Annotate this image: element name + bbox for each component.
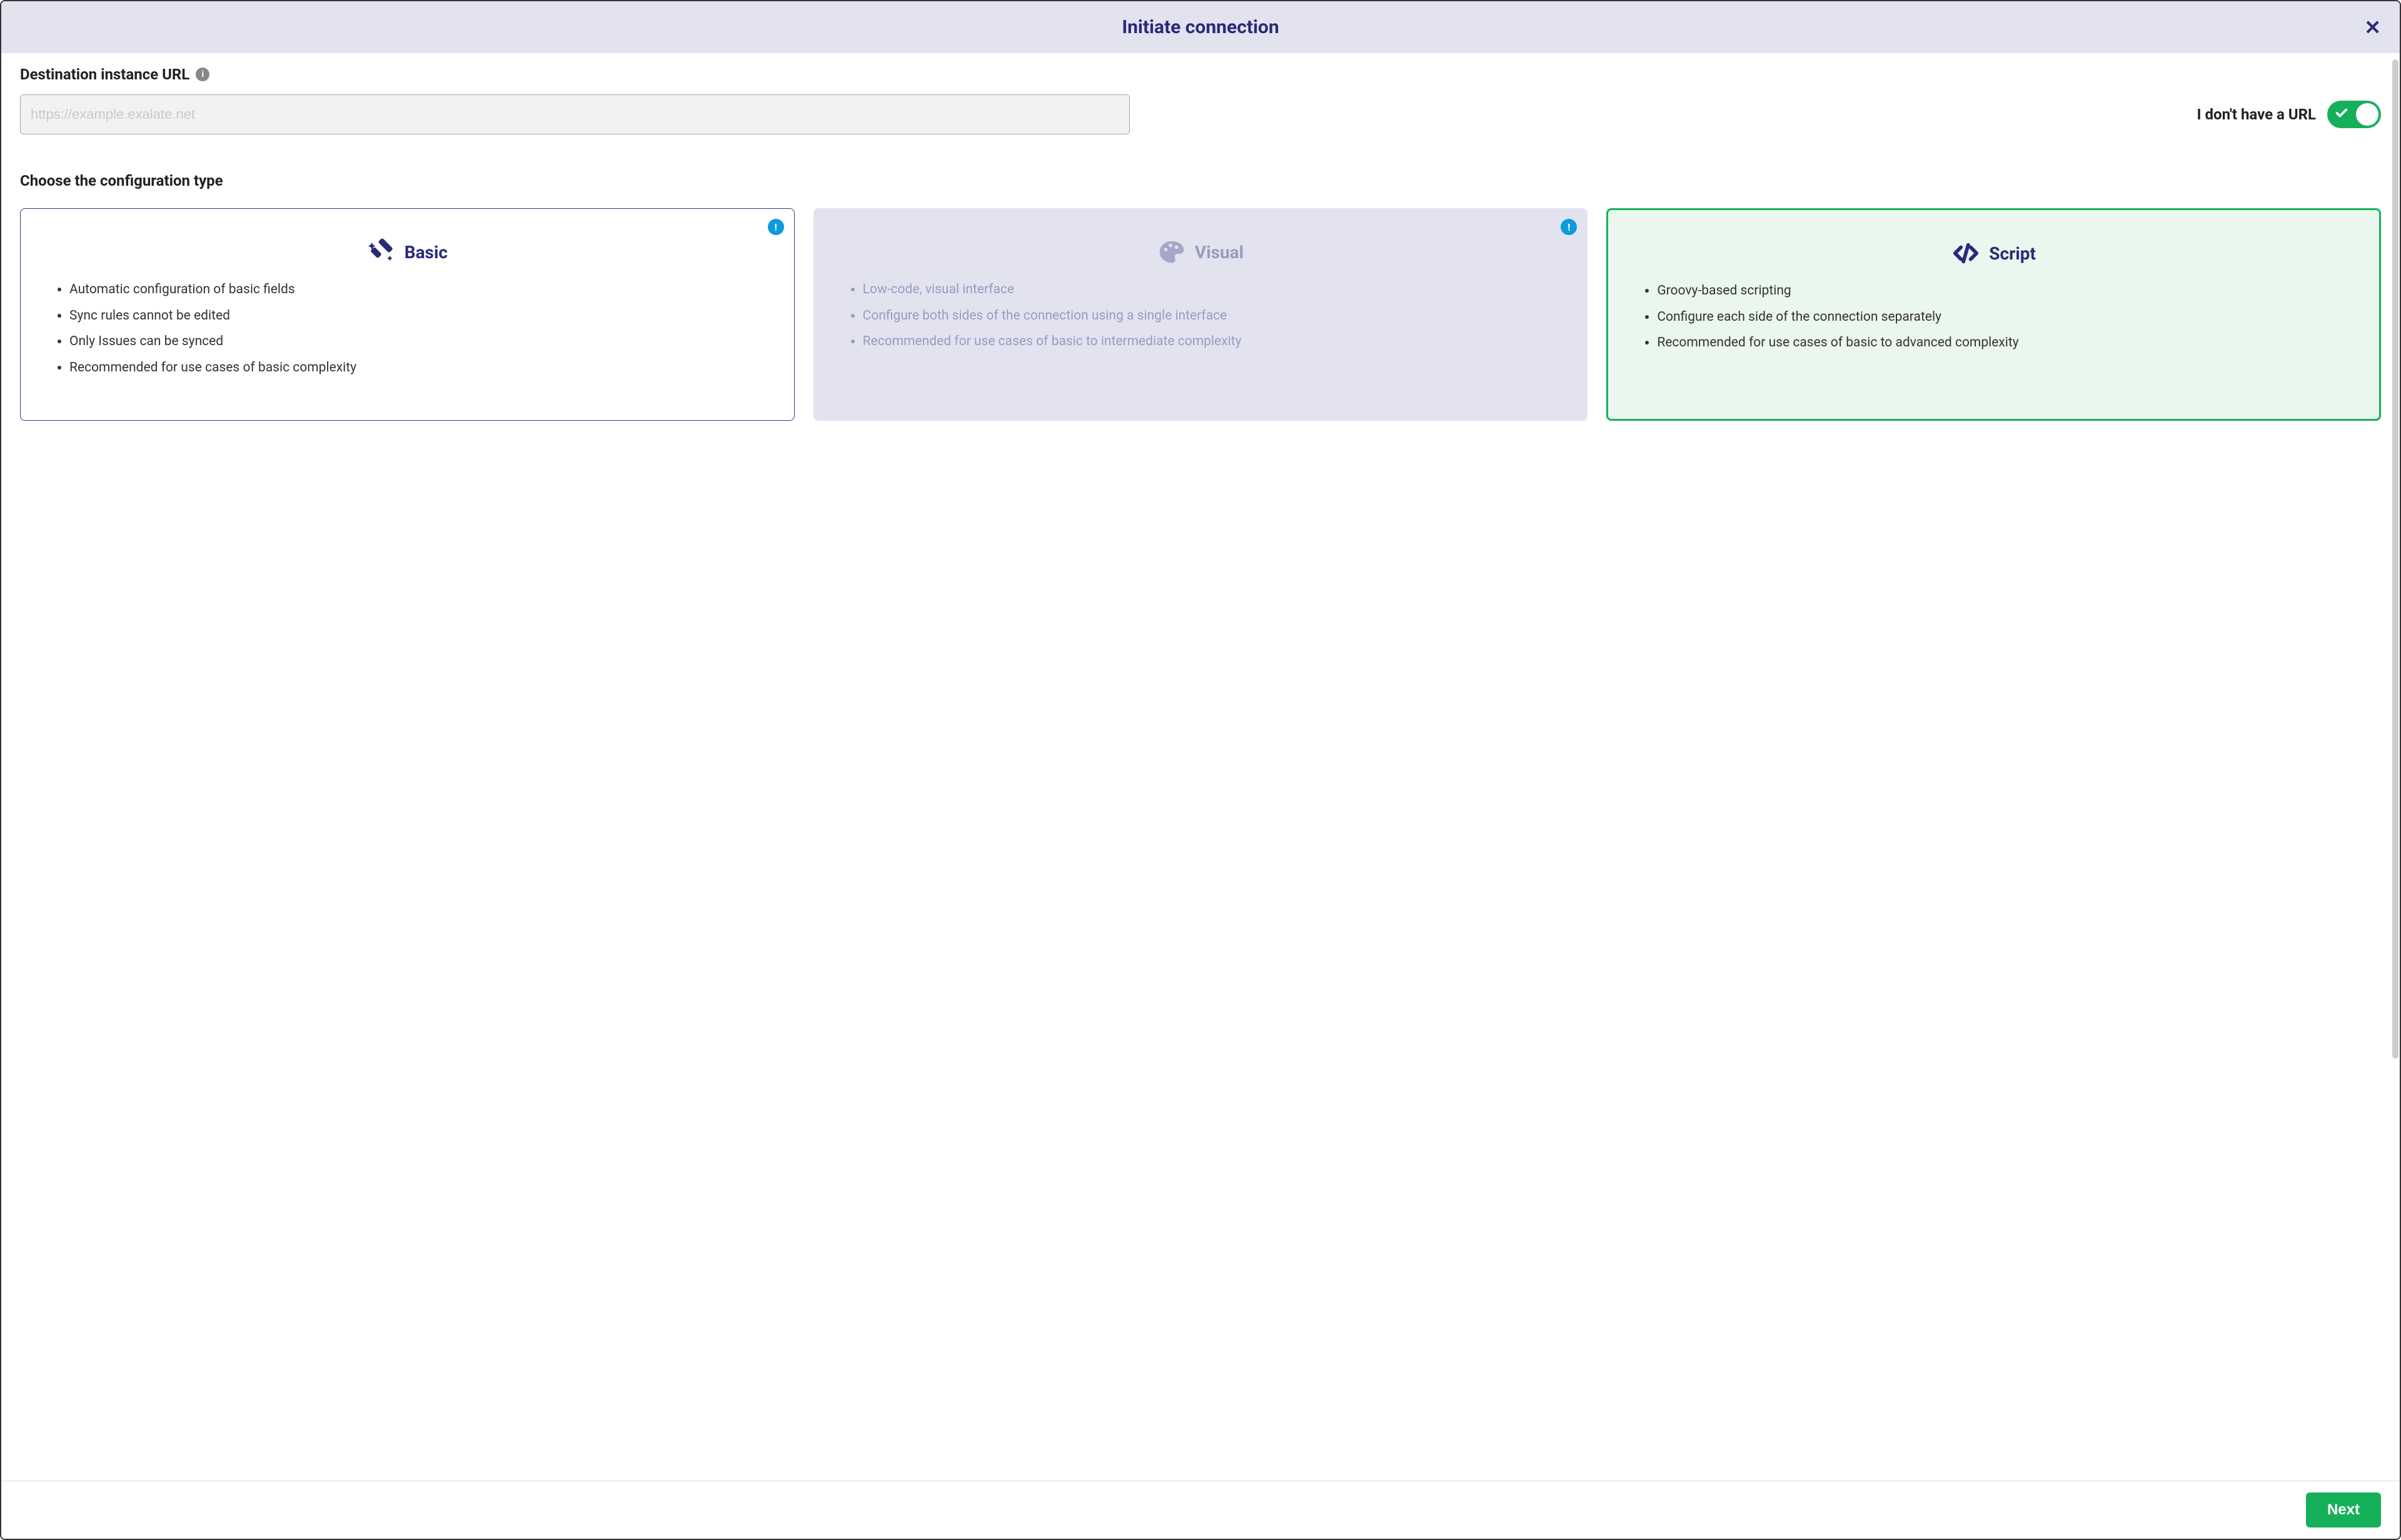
- info-badge-icon[interactable]: !: [768, 219, 784, 235]
- card-list: Automatic configuration of basic fields …: [38, 280, 777, 378]
- info-icon[interactable]: i: [196, 68, 209, 81]
- config-card-script[interactable]: Script Groovy-based scripting Configure …: [1606, 208, 2381, 421]
- list-item: Groovy-based scripting: [1657, 281, 2355, 301]
- close-icon: ✕: [2364, 16, 2381, 39]
- magic-wand-icon: [367, 238, 396, 266]
- card-title: Basic: [405, 242, 448, 263]
- code-icon: [1951, 239, 1980, 268]
- list-item: Recommended for use cases of basic compl…: [69, 358, 770, 378]
- url-label-text: Destination instance URL: [20, 66, 189, 83]
- toggle-knob: [2356, 103, 2378, 126]
- config-type-cards: ! Basic: [20, 208, 2381, 421]
- list-item: Recommended for use cases of basic to in…: [863, 332, 1564, 352]
- card-head: Script: [1626, 239, 2362, 268]
- close-button[interactable]: ✕: [2364, 18, 2381, 38]
- url-row: I don't have a URL: [20, 94, 2381, 134]
- list-item: Recommended for use cases of basic to ad…: [1657, 333, 2355, 353]
- list-item: Sync rules cannot be edited: [69, 306, 770, 326]
- list-item: Only Issues can be synced: [69, 332, 770, 352]
- card-list: Low-code, visual interface Configure bot…: [832, 280, 1570, 352]
- url-field-label: Destination instance URL i: [20, 66, 2381, 83]
- no-url-toggle-wrap: I don't have a URL: [2197, 101, 2381, 128]
- config-type-label: Choose the configuration type: [20, 172, 2381, 189]
- no-url-toggle[interactable]: [2327, 101, 2381, 128]
- list-item: Configure both sides of the connection u…: [863, 306, 1564, 326]
- list-item: Configure each side of the connection se…: [1657, 308, 2355, 328]
- config-card-visual[interactable]: ! Visual Low-code, visual interface: [813, 208, 1588, 421]
- modal-body: Destination instance URL i I don't have …: [1, 53, 2400, 1481]
- check-icon: [2335, 106, 2348, 123]
- info-badge-icon[interactable]: !: [1561, 219, 1577, 235]
- palette-icon: [1157, 238, 1186, 266]
- card-head: Basic: [38, 238, 777, 266]
- list-item: Automatic configuration of basic fields: [69, 280, 770, 300]
- modal-title: Initiate connection: [1122, 16, 1279, 38]
- destination-url-input[interactable]: [20, 94, 1130, 134]
- list-item: Low-code, visual interface: [863, 280, 1564, 300]
- modal-header: Initiate connection ✕: [1, 1, 2400, 53]
- card-title: Script: [1989, 243, 2036, 264]
- no-url-toggle-label: I don't have a URL: [2197, 106, 2316, 123]
- card-list: Groovy-based scripting Configure each si…: [1626, 281, 2362, 353]
- modal-footer: Next: [1, 1481, 2400, 1539]
- next-button[interactable]: Next: [2306, 1492, 2381, 1527]
- card-title: Visual: [1195, 242, 1244, 263]
- initiate-connection-modal: Initiate connection ✕ Destination instan…: [0, 0, 2401, 1540]
- card-head: Visual: [832, 238, 1570, 266]
- config-card-basic[interactable]: ! Basic: [20, 208, 795, 421]
- scrollbar[interactable]: [2392, 59, 2398, 1059]
